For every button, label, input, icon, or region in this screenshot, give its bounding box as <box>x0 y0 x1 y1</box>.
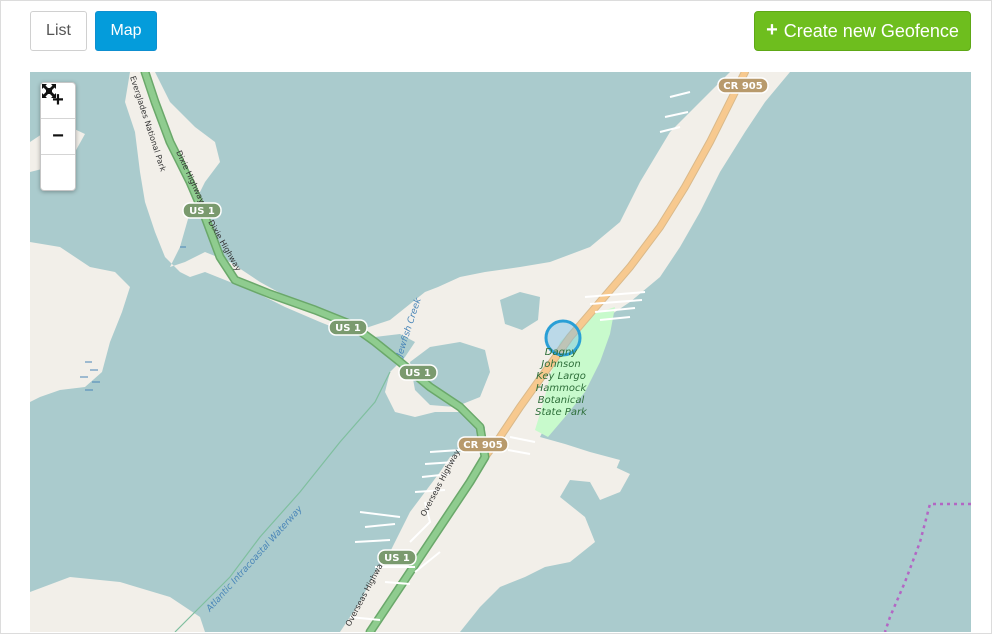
shield-us1-d: US 1 <box>377 549 417 566</box>
plus-icon: + <box>766 19 778 41</box>
map-view[interactable]: Everglades National Park Dixie Highway D… <box>30 72 971 632</box>
list-view-button[interactable]: List <box>30 11 87 51</box>
svg-text:Key Largo: Key Largo <box>536 371 586 382</box>
svg-text:Johnson: Johnson <box>539 359 580 370</box>
zoom-out-button[interactable]: − <box>41 119 75 155</box>
create-geofence-button[interactable]: + Create new Geofence <box>754 11 971 51</box>
map-view-button[interactable]: Map <box>95 11 157 51</box>
svg-text:Botanical: Botanical <box>538 395 585 406</box>
svg-text:CR 905: CR 905 <box>723 81 762 92</box>
shield-cr905-a: CR 905 <box>717 77 769 94</box>
shield-us1-a: US 1 <box>182 202 222 219</box>
svg-text:US 1: US 1 <box>384 553 410 564</box>
svg-text:Dagny: Dagny <box>545 347 579 358</box>
svg-text:State Park: State Park <box>535 407 588 418</box>
shield-cr905-b: CR 905 <box>457 436 509 453</box>
fullscreen-icon <box>42 84 56 98</box>
shield-us1-b: US 1 <box>328 319 368 336</box>
svg-text:US 1: US 1 <box>405 368 431 379</box>
create-geofence-label: Create new Geofence <box>783 20 959 41</box>
map-zoom-controls: + − <box>40 82 76 191</box>
svg-text:Hammock: Hammock <box>536 383 588 394</box>
toolbar: List Map + Create new Geofence <box>0 0 992 72</box>
map-canvas: Everglades National Park Dixie Highway D… <box>30 72 971 632</box>
svg-text:US 1: US 1 <box>335 323 361 334</box>
svg-text:CR 905: CR 905 <box>463 440 502 451</box>
svg-text:US 1: US 1 <box>189 206 215 217</box>
fullscreen-button[interactable] <box>41 84 75 190</box>
shield-us1-c: US 1 <box>398 364 438 381</box>
